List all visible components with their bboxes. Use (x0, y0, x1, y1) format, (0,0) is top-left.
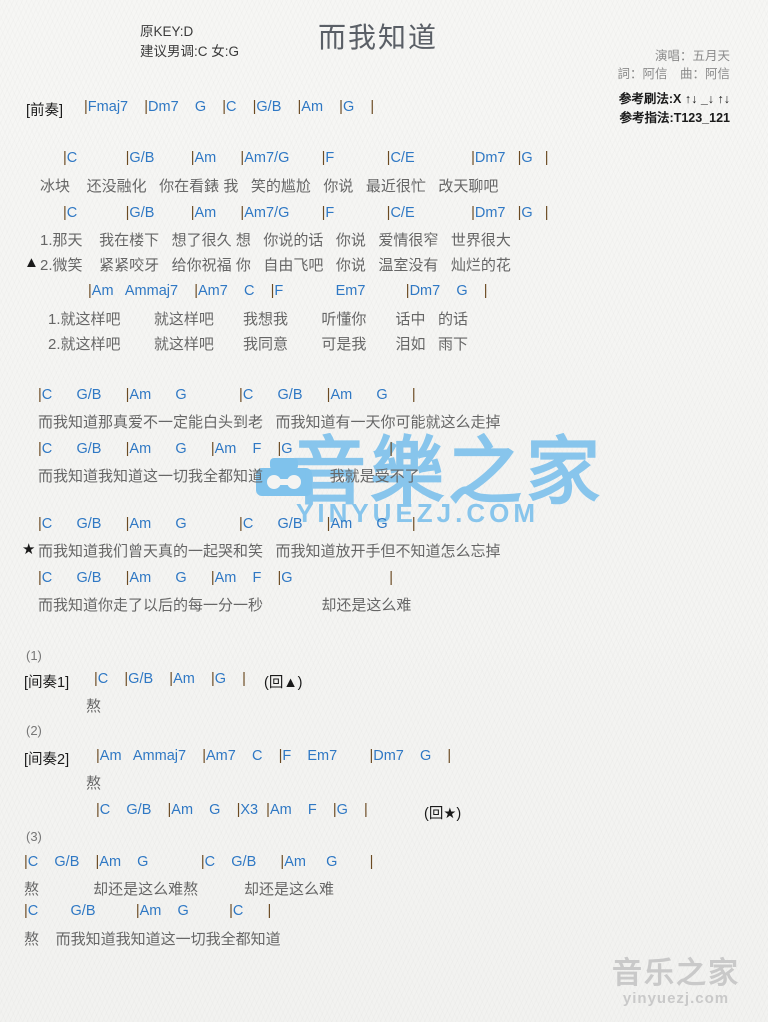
verse2-chords: |C |G/B |Am |Am7/G |F |C/E |Dm7 |G | (63, 205, 549, 221)
prechorus-lyrics-2: 2.就这样吧 就这样吧 我同意 可是我 泪如 雨下 (48, 336, 469, 353)
interlude1-repeat-marker: (回▲) (264, 675, 303, 691)
verse2-triangle-marker: ▲ (24, 254, 39, 271)
verse2-lyrics-2: 2.微笑 紧紧咬牙 给你祝福 你 自由飞吧 你说 温室没有 灿烂的花 (40, 257, 511, 274)
chord-sheet: 原KEY:D 建议男调:C 女:G 而我知道 演唱：五月天 詞：阿信 曲：阿信 … (0, 0, 768, 1022)
chorus2-line1-chords: |C G/B |Am G |C G/B |Am G | (38, 516, 416, 532)
strum-pattern: 参考刷法:X ↑↓ _↓ ↑↓ (618, 92, 730, 106)
suggested-key: 建议男调:C 女:G (140, 44, 240, 59)
interlude2-repeat-marker: (回★) (424, 806, 462, 822)
section-label-intro: [前奏] (26, 103, 64, 119)
original-key: 原KEY:D (140, 24, 194, 39)
chorus1-line2-chords: |C G/B |Am G |Am F |G | (38, 441, 394, 457)
chorus2-star-marker: ★ (22, 541, 36, 558)
section-label-interlude1: [间奏1] (24, 675, 70, 691)
singer-credit: 演唱：五月天 (654, 49, 730, 63)
section-label-interlude2: [间奏2] (24, 752, 70, 768)
ending-line2-lyrics: 熬 而我知道我知道这一切我全都知道 (24, 931, 281, 948)
page-title: 而我知道 (318, 22, 439, 53)
chorus1-line1-chords: |C G/B |Am G |C G/B |Am G | (38, 387, 416, 403)
intro-chords: |Fmaj7 |Dm7 G |C |G/B |Am |G | (84, 99, 375, 115)
prechorus-chords: |Am Ammaj7 |Am7 C |F Em7 |Dm7 G | (88, 283, 488, 299)
interlude2-chords-b: |C G/B |Am G |X3 |Am F |G | (96, 802, 368, 818)
chorus1-line2-lyrics: 而我知道我知道这一切我全都知道 我就是受不了 (38, 468, 420, 485)
prechorus-lyrics-1: 1.就这样吧 就这样吧 我想我 听懂你 话中 的话 (48, 311, 469, 328)
repeat-number-3: (3) (26, 829, 42, 844)
interlude1-chords: |C |G/B |Am |G | (94, 671, 246, 687)
interlude1-lyric: 熬 (86, 698, 102, 715)
interlude2-lyric: 熬 (86, 775, 102, 792)
chorus2-line1-lyrics: 而我知道我们曾天真的一起哭和笑 而我知道放开手但不知道怎么忘掉 (38, 543, 501, 560)
repeat-number-2: (2) (26, 723, 42, 738)
writer-credit: 詞：阿信 曲：阿信 (617, 67, 730, 81)
interlude2-chords: |Am Ammaj7 |Am7 C |F Em7 |Dm7 G | (96, 748, 452, 764)
chorus1-line1-lyrics: 而我知道那真爱不一定能白头到老 而我知道有一天你可能就这么走掉 (38, 414, 501, 431)
ending-line1-chords: |C G/B |Am G |C G/B |Am G | (24, 854, 374, 870)
verse1-lyrics: 冰块 还没融化 你在看錶 我 笑的尴尬 你说 最近很忙 改天聊吧 (40, 178, 499, 195)
ending-line1-lyrics: 熬 却还是这么难熬 却还是这么难 (24, 881, 335, 898)
repeat-number-1: (1) (26, 648, 42, 663)
verse1-chords: |C |G/B |Am |Am7/G |F |C/E |Dm7 |G | (63, 150, 549, 166)
chorus2-line2-chords: |C G/B |Am G |Am F |G | (38, 570, 394, 586)
ending-line2-chords: |C G/B |Am G |C | (24, 903, 272, 919)
verse2-lyrics-1: 1.那天 我在楼下 想了很久 想 你说的话 你说 爱情很窄 世界很大 (40, 232, 511, 249)
chorus2-line2-lyrics: 而我知道你走了以后的每一分一秒 却还是这么难 (38, 597, 412, 614)
picking-pattern: 参考指法:T123_121 (619, 111, 730, 125)
